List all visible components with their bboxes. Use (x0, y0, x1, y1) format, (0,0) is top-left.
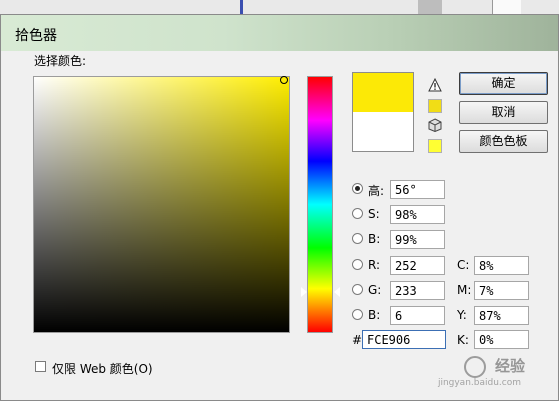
blue-label: B: (368, 308, 381, 322)
cancel-button[interactable]: 取消 (459, 101, 548, 124)
web-only-label: 仅限 Web 颜色(O) (52, 362, 153, 376)
title-bar[interactable]: 拾色器 (1, 15, 558, 51)
black-key-field[interactable]: 0% (474, 330, 529, 349)
yellow-field[interactable]: 87% (474, 306, 529, 325)
hue-slider-left-handle[interactable] (301, 287, 307, 298)
current-color-swatch[interactable] (353, 112, 413, 151)
black-gradient (34, 77, 289, 332)
blue-field[interactable]: 6 (390, 306, 445, 325)
hue-field[interactable]: 56° (390, 180, 445, 199)
color-marker[interactable] (279, 75, 288, 84)
red-label: R: (368, 258, 381, 272)
cyan-label: C: (457, 258, 470, 272)
saturation-label: S: (368, 207, 380, 221)
web-safe-swatch[interactable] (428, 139, 442, 153)
color-swatches-button[interactable]: 颜色色板 (459, 130, 548, 153)
web-safe-cube-icon[interactable] (428, 118, 442, 132)
red-radio[interactable] (352, 259, 363, 270)
watermark-logo (464, 356, 486, 378)
green-label: G: (368, 283, 382, 297)
web-only-checkbox[interactable] (35, 361, 46, 372)
cyan-field[interactable]: 8% (474, 256, 529, 275)
hex-field[interactable]: FCE906 (362, 330, 446, 349)
select-color-label: 选择颜色: (34, 54, 87, 68)
saturation-radio[interactable] (352, 208, 363, 219)
brightness-field[interactable]: 99% (390, 230, 445, 249)
color-preview (352, 72, 414, 152)
red-field[interactable]: 252 (390, 256, 445, 275)
magenta-field[interactable]: 7% (474, 281, 529, 300)
brightness-label: B: (368, 232, 381, 246)
brightness-radio[interactable] (352, 233, 363, 244)
ok-button[interactable]: 确定 (459, 72, 548, 95)
gamut-warning-icon[interactable] (428, 78, 442, 92)
hue-slider-right-handle[interactable] (334, 287, 340, 298)
saturation-field[interactable]: 98% (390, 205, 445, 224)
green-field[interactable]: 233 (390, 281, 445, 300)
gamut-warning-swatch[interactable] (428, 99, 442, 113)
yellow-label: Y: (457, 308, 467, 322)
black-key-label: K: (457, 333, 469, 347)
dialog-title: 拾色器 (15, 28, 57, 44)
green-radio[interactable] (352, 284, 363, 295)
blue-radio[interactable] (352, 309, 363, 320)
watermark-text: 经验 (494, 357, 525, 375)
hue-label: 高: (368, 184, 385, 198)
watermark-url: jingyan.baidu.com (437, 378, 521, 388)
saturation-brightness-field[interactable] (33, 75, 290, 333)
hue-slider[interactable] (301, 76, 340, 333)
hue-radio[interactable] (352, 183, 363, 194)
magenta-label: M: (457, 283, 472, 297)
new-color-swatch (353, 73, 413, 112)
hex-label: # (352, 333, 363, 347)
